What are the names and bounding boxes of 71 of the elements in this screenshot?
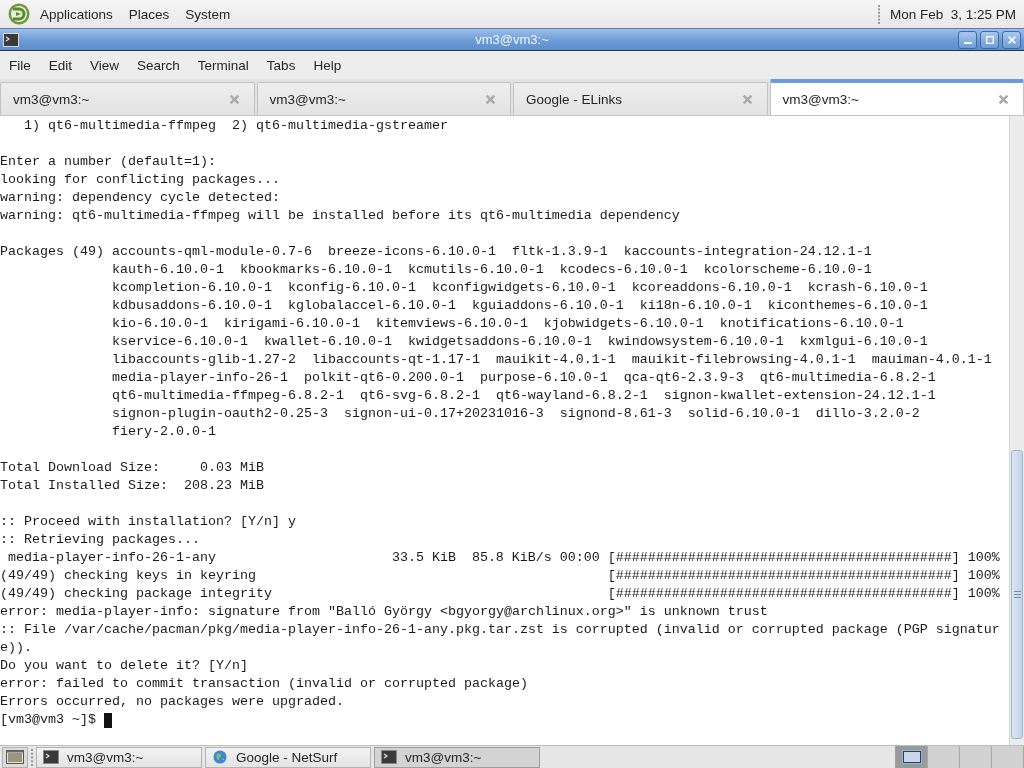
- taskbar-button[interactable]: vm3@vm3:~: [374, 746, 540, 768]
- terminal-icon[interactable]: [3, 32, 19, 47]
- terminal-line: [vm3@vm3 ~]$: [0, 711, 96, 729]
- terminal-line: media-player-info-26-1-any 33.5 KiB 85.8 KiB/s 00:00 [##########################################] 100%: [8, 549, 1000, 567]
- terminal-line: :: File /var/cache/pacman/pkg/media-player-info-26-1-any.pkg.tar.zst is corrupted (invalid or corrupted package (PGP signatur: [0, 621, 1000, 639]
- terminal-line: :: Proceed with installation? [Y/n] y: [0, 513, 296, 531]
- terminal-line: 1) qt6-multimedia-ffmpeg 2) qt6-multimedia-gstreamer: [24, 117, 448, 135]
- terminal-icon: [43, 750, 59, 764]
- terminal-line: error: failed to commit transaction (invalid or corrupted package): [0, 675, 528, 693]
- menu-item[interactable]: View: [81, 54, 129, 76]
- terminal-line: warning: dependency cycle detected:: [0, 189, 280, 207]
- maximize-icon: [985, 35, 994, 44]
- menu-item[interactable]: Edit: [39, 54, 82, 76]
- show-desktop-button[interactable]: [2, 746, 28, 768]
- menu-item[interactable]: Help: [304, 54, 351, 76]
- close-icon[interactable]: [998, 93, 1009, 105]
- taskbar-button[interactable]: Google - NetSurf: [205, 746, 371, 768]
- terminal-line: Errors occurred, no packages were upgraded.: [0, 693, 344, 711]
- terminal-line: Do you want to delete it? [Y/n]: [0, 657, 248, 675]
- terminal-line: kauth-6.10.0-1 kbookmarks-6.10.0-1 kcmutils-6.10.0-1 kcodecs-6.10.0-1 kcolorscheme-6.10.0-1: [111, 261, 872, 279]
- close-button[interactable]: [1002, 30, 1021, 49]
- menu-item[interactable]: Search: [128, 54, 189, 76]
- menu-item[interactable]: File: [0, 54, 40, 76]
- workspace[interactable]: [896, 746, 928, 768]
- close-icon[interactable]: [485, 93, 496, 105]
- scrollbar[interactable]: [1009, 116, 1024, 745]
- minimize-button[interactable]: [958, 30, 977, 49]
- close-icon[interactable]: [741, 93, 753, 105]
- desktop-icon: [6, 749, 24, 765]
- grip-icon: [876, 4, 881, 24]
- menu-item[interactable]: Tabs: [257, 54, 305, 76]
- tab[interactable]: vm3@vm3:~: [256, 82, 511, 115]
- terminal-line: kcompletion-6.10.0-1 kconfig-6.10.0-1 kconfigwidgets-6.10.0-1 kcoreaddons-6.10.0-1 kcrash-6.10.0-1: [111, 279, 928, 297]
- panel-menu[interactable]: Applications: [32, 3, 121, 25]
- terminal-line: Packages (49) accounts-qml-module-0.7-6 breeze-icons-6.10.0-1 fltk-1.3.9-1 kaccounts-integration-24.12.1-1: [0, 243, 872, 261]
- panel-menu[interactable]: Places: [120, 3, 178, 25]
- terminal-line: error: media-player-info: signature from "Balló György <bgyorgy@archlinux.org>" is unknown trust: [0, 603, 768, 621]
- clock[interactable]: Mon Feb 3, 1:25 PM: [887, 6, 1020, 22]
- terminal-line: fiery-2.0.0-1: [111, 423, 216, 441]
- taskbar-button[interactable]: vm3@vm3:~: [36, 746, 202, 768]
- tab[interactable]: Google - ELinks: [513, 82, 768, 115]
- terminal-icon: [381, 750, 397, 764]
- terminal-line: Total Download Size: 0.03 MiB: [0, 459, 264, 477]
- close-icon[interactable]: [228, 93, 240, 105]
- terminal-line: qt6-multimedia-ffmpeg-6.8.2-1 qt6-svg-6.8.2-1 qt6-wayland-6.8.2-1 signon-kwallet-extension-24.12.1-1: [111, 387, 936, 405]
- terminal-line: e)).: [0, 639, 32, 657]
- tab[interactable]: vm3@vm3:~: [769, 79, 1024, 115]
- terminal-line: media-player-info-26-1 polkit-qt6-0.200.0-1 purpose-6.10.0-1 qca-qt6-2.3.9-3 qt6-multimedia-6.8.2-1: [111, 369, 936, 387]
- terminal-line: Enter a number (default=1):: [0, 153, 216, 171]
- maximize-button[interactable]: [980, 30, 999, 49]
- terminal-line: kservice-6.10.0-1 kwallet-6.10.0-1 kwidgetsaddons-6.10.0-1 kwindowsystem-6.10.0-1 kxmlgui-6.10.0-1: [111, 333, 928, 351]
- scrollbar-thumb[interactable]: [1011, 450, 1023, 739]
- globe-icon: [212, 750, 228, 764]
- terminal-line: kdbusaddons-6.10.0-1 kglobalaccel-6.10.0-1 kguiaddons-6.10.0-1 ki18n-6.10.0-1 kiconthemes-6.10.0-1: [111, 297, 928, 315]
- panel-menu[interactable]: System: [177, 3, 239, 25]
- terminal-line: warning: qt6-multimedia-ffmpeg will be installed before its qt6-multimedia dependency: [0, 207, 680, 225]
- terminal-line: signon-plugin-oauth2-0.25-3 signon-ui-0.17+20231016-3 signond-8.61-3 solid-6.10.0-1 dillo-3.2.0-2: [111, 405, 920, 423]
- terminal-line: (49/49) checking package integrity [##########################################] 100%: [0, 585, 1000, 603]
- terminal-line: Total Installed Size: 208.23 MiB: [0, 477, 264, 495]
- logo-icon[interactable]: [8, 3, 30, 25]
- window-thumbnail-icon: [901, 750, 922, 764]
- close-icon: [1007, 35, 1016, 44]
- terminal-line: libaccounts-glib-1.27-2 libaccounts-qt-1.17-1 mauikit-4.0.1-1 mauikit-filebrowsing-4.0.1-1 mauiman-4.0.1-1: [111, 351, 992, 369]
- minimize-icon: [963, 41, 972, 44]
- window-title: vm3@vm3:~: [475, 32, 549, 47]
- tab[interactable]: vm3@vm3:~: [0, 82, 255, 115]
- terminal-line: looking for conflicting packages...: [0, 171, 280, 189]
- terminal-line: :: Retrieving packages...: [0, 531, 200, 549]
- terminal-line: (49/49) checking keys in keyring [##########################################] 100%: [0, 567, 1000, 585]
- menu-item[interactable]: Terminal: [188, 54, 258, 76]
- terminal-line: kio-6.10.0-1 kirigami-6.10.0-1 kitemviews-6.10.0-1 kjobwidgets-6.10.0-1 knotifications-6.10.0-1: [111, 315, 904, 333]
